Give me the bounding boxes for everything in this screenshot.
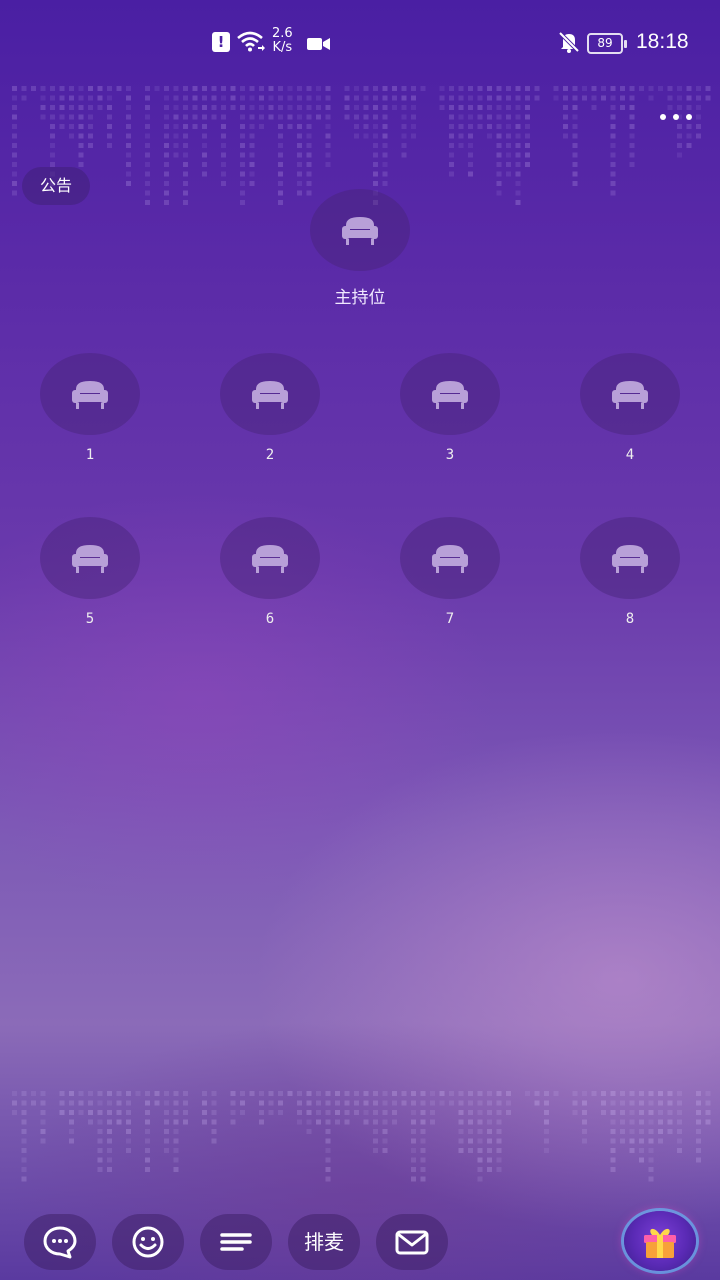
bell-off-icon: [558, 31, 580, 57]
video-icon: [307, 36, 331, 55]
network-speed-unit: K/s: [272, 40, 293, 55]
chat-bubble-icon: [43, 1226, 77, 1259]
equalizer-dots-bottom: [12, 1091, 711, 1182]
seat-label: 4: [625, 447, 635, 463]
seat-label: 5: [85, 611, 95, 627]
seat-circle[interactable]: [580, 517, 680, 599]
gift-icon: [644, 1228, 676, 1258]
sofa-icon: [252, 545, 288, 573]
sofa-icon: [612, 381, 648, 409]
seat-circle[interactable]: [40, 353, 140, 435]
seat-circle[interactable]: [400, 517, 500, 599]
sofa-icon: [612, 545, 648, 573]
gift-button[interactable]: [624, 1211, 696, 1271]
seat-circle[interactable]: [40, 517, 140, 599]
emoji-icon: [132, 1226, 164, 1258]
menu-button[interactable]: [200, 1214, 272, 1270]
wifi-icon: [236, 30, 266, 56]
menu-lines-icon: [220, 1233, 252, 1251]
notice-button[interactable]: 公告: [22, 167, 90, 205]
chat-button[interactable]: [24, 1214, 96, 1270]
sofa-icon: [432, 381, 468, 409]
seat-8[interactable]: 8: [580, 517, 680, 627]
seat-label: 6: [265, 611, 275, 627]
clock: 18:18: [636, 30, 689, 53]
seat-4[interactable]: 4: [580, 353, 680, 463]
seat-1[interactable]: 1: [40, 353, 140, 463]
battery-icon: 89: [587, 33, 627, 54]
seat-label: 2: [265, 447, 275, 463]
mail-button[interactable]: [376, 1214, 448, 1270]
seat-6[interactable]: 6: [220, 517, 320, 627]
seat-label: 8: [625, 611, 635, 627]
host-seat-circle[interactable]: [310, 189, 410, 271]
alert-icon: [212, 32, 230, 52]
queue-mic-button[interactable]: 排麦: [288, 1214, 360, 1270]
more-dots-icon: [660, 114, 666, 120]
sofa-icon: [432, 545, 468, 573]
seat-3[interactable]: 3: [400, 353, 500, 463]
seat-circle[interactable]: [400, 353, 500, 435]
mail-icon: [395, 1230, 429, 1255]
sofa-icon: [72, 545, 108, 573]
sofa-icon: [72, 381, 108, 409]
status-bar: 2.6 K/s 89 18:18: [0, 0, 720, 86]
seat-circle[interactable]: [580, 353, 680, 435]
sofa-icon: [342, 217, 378, 245]
host-seat[interactable]: 主持位: [310, 189, 410, 308]
bottom-toolbar: 排麦: [0, 1208, 720, 1280]
seat-label: 7: [445, 611, 455, 627]
seat-circle[interactable]: [220, 353, 320, 435]
seat-circle[interactable]: [220, 517, 320, 599]
seat-7[interactable]: 7: [400, 517, 500, 627]
more-button[interactable]: [656, 106, 696, 128]
sofa-icon: [252, 381, 288, 409]
host-seat-label: 主持位: [334, 288, 386, 308]
seat-label: 1: [85, 447, 95, 463]
network-speed: 2.6 K/s: [272, 27, 293, 55]
emoji-button[interactable]: [112, 1214, 184, 1270]
seat-2[interactable]: 2: [220, 353, 320, 463]
seat-5[interactable]: 5: [40, 517, 140, 627]
network-speed-value: 2.6: [272, 26, 293, 41]
seat-label: 3: [445, 447, 455, 463]
